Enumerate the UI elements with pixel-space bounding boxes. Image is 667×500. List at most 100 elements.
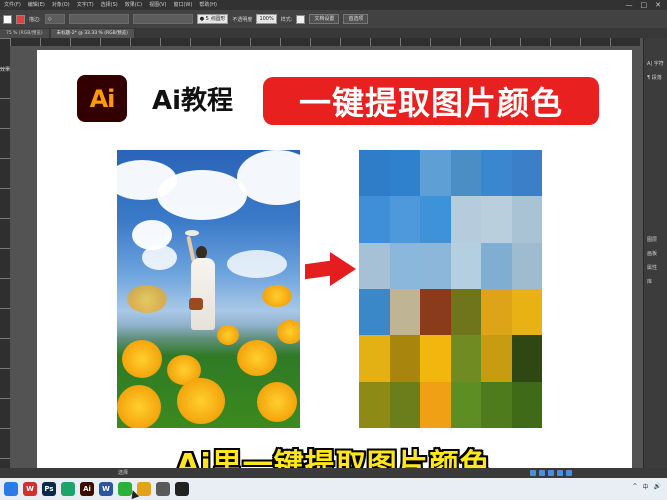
photoshop-icon[interactable]: Ps	[42, 482, 56, 496]
mosaic-cell[interactable]	[450, 196, 481, 243]
mosaic-cell[interactable]	[420, 242, 451, 289]
photo-flower	[177, 378, 225, 424]
mosaic-cell[interactable]	[359, 150, 390, 197]
menu-item-select[interactable]: 选择(S)	[101, 0, 118, 10]
word-icon[interactable]: W	[99, 482, 113, 496]
mosaic-cell[interactable]	[389, 381, 420, 428]
photo-flower	[127, 285, 167, 313]
mosaic-cell[interactable]	[511, 381, 542, 428]
menu-item-object[interactable]: 对象(O)	[52, 0, 70, 10]
mosaic-cell[interactable]	[389, 196, 420, 243]
game-icon[interactable]	[156, 482, 170, 496]
source-photo[interactable]	[117, 150, 300, 428]
panel-layers[interactable]: 图层	[647, 236, 667, 243]
windows-icon[interactable]	[4, 482, 18, 496]
mosaic-cell[interactable]	[481, 196, 512, 243]
mosaic-cell[interactable]	[389, 335, 420, 382]
mosaic-cell[interactable]	[481, 150, 512, 197]
menu-item-edit[interactable]: 编辑(E)	[28, 0, 45, 10]
stroke-profile-dropdown[interactable]	[132, 14, 193, 24]
stroke-weight-field[interactable]: ◇	[44, 14, 65, 24]
mosaic-cell[interactable]	[359, 242, 390, 289]
wps-icon[interactable]: W	[23, 482, 37, 496]
mosaic-cell[interactable]	[481, 335, 512, 382]
vertical-ruler	[0, 38, 10, 468]
mosaic-cell[interactable]	[481, 288, 512, 336]
mosaic-cell[interactable]	[359, 381, 390, 428]
panel-character[interactable]: A| 字符	[647, 60, 667, 67]
mosaic-cell[interactable]	[511, 288, 542, 336]
mosaic-cell[interactable]	[450, 242, 481, 289]
status-icon[interactable]	[557, 470, 563, 476]
mosaic-cell[interactable]	[420, 196, 451, 243]
maximize-icon[interactable]: □	[641, 0, 648, 10]
photo-flower	[262, 285, 292, 307]
photo-cloud	[157, 170, 247, 220]
status-icon[interactable]	[530, 470, 536, 476]
folder-icon[interactable]	[137, 482, 151, 496]
status-icon[interactable]	[539, 470, 545, 476]
tab-document-1[interactable]: 75 % (RGB/预览)	[0, 29, 49, 38]
mosaic-cell[interactable]	[420, 335, 451, 382]
menu-item-effect[interactable]: 效果(C)	[125, 0, 142, 10]
fill-swatch[interactable]	[3, 14, 12, 24]
menu-item-type[interactable]: 文字(T)	[77, 0, 94, 10]
status-text: 选择	[118, 470, 129, 476]
mosaic-cell[interactable]	[450, 335, 481, 382]
minimize-icon[interactable]: —	[626, 0, 633, 10]
mosaic-cell[interactable]	[450, 288, 481, 336]
panel-libraries[interactable]: 库	[647, 278, 667, 285]
mosaic-cell[interactable]	[359, 335, 390, 382]
menu-item-file[interactable]: 文件(F)	[4, 0, 21, 10]
artboard[interactable]: Ai Ai教程 一键提取图片颜色	[37, 50, 632, 468]
tray-expand-icon[interactable]: ^	[632, 483, 637, 490]
menu-item-window[interactable]: 窗口(W)	[173, 0, 192, 10]
mosaic-cell[interactable]	[420, 150, 451, 197]
close-icon[interactable]: ✕	[655, 0, 661, 10]
mosaic-cell[interactable]	[389, 242, 420, 289]
mosaic-cell[interactable]	[481, 381, 512, 428]
color-mosaic[interactable]	[359, 150, 542, 428]
photo-flower	[257, 382, 297, 422]
brush-dropdown[interactable]: ● 5 点圆形	[196, 14, 229, 24]
variable-width-dropdown[interactable]	[68, 14, 129, 24]
mosaic-cell[interactable]	[450, 150, 481, 197]
mosaic-cell[interactable]	[420, 288, 451, 336]
horizontal-ruler	[10, 38, 640, 46]
mosaic-cell[interactable]	[511, 196, 542, 243]
preferences-button[interactable]: 首选项	[343, 14, 369, 24]
menu-item-view[interactable]: 视图(V)	[149, 0, 166, 10]
mosaic-cell[interactable]	[420, 381, 451, 428]
arrow-right-icon	[330, 252, 356, 286]
capture-icon[interactable]	[175, 482, 189, 496]
app-window: 文件(F) 编辑(E) 对象(O) 文字(T) 选择(S) 效果(C) 视图(V…	[0, 0, 667, 500]
opacity-label: 不透明度	[232, 16, 253, 23]
menu-item-help[interactable]: 帮助(H)	[199, 0, 217, 10]
volume-icon[interactable]: 🔊	[654, 483, 661, 490]
mosaic-cell[interactable]	[511, 150, 542, 197]
edge-icon[interactable]	[61, 482, 75, 496]
status-icon[interactable]	[548, 470, 554, 476]
mosaic-cell[interactable]	[511, 335, 542, 382]
illustrator-icon[interactable]: Ai	[80, 482, 94, 496]
input-method-icon[interactable]: 中	[643, 482, 649, 491]
status-icon[interactable]	[566, 470, 572, 476]
mosaic-cell[interactable]	[481, 242, 512, 289]
document-setup-button[interactable]: 文档设置	[309, 14, 340, 24]
stroke-swatch[interactable]	[16, 14, 25, 24]
mosaic-cell[interactable]	[359, 196, 390, 243]
mosaic-cell[interactable]	[450, 381, 481, 428]
mosaic-cell[interactable]	[359, 288, 390, 336]
style-swatch[interactable]	[296, 14, 306, 24]
panel-artboards[interactable]: 画板	[647, 250, 667, 257]
mosaic-cell[interactable]	[389, 288, 420, 336]
panel-paragraph[interactable]: ¶ 段落	[647, 74, 667, 81]
effects-panel-label[interactable]: 效果	[0, 66, 10, 73]
photo-cloud	[227, 250, 287, 278]
mosaic-cell[interactable]	[389, 150, 420, 197]
panel-properties[interactable]: 属性	[647, 264, 667, 271]
mosaic-cell[interactable]	[511, 242, 542, 289]
opacity-field[interactable]: 100%	[256, 14, 277, 24]
right-panel-dock: A| 字符 ¶ 段落 图层 画板 属性 库	[643, 38, 667, 468]
tab-document-2[interactable]: 未标题-2* @ 33.33 % (RGB/预览)	[50, 29, 134, 38]
